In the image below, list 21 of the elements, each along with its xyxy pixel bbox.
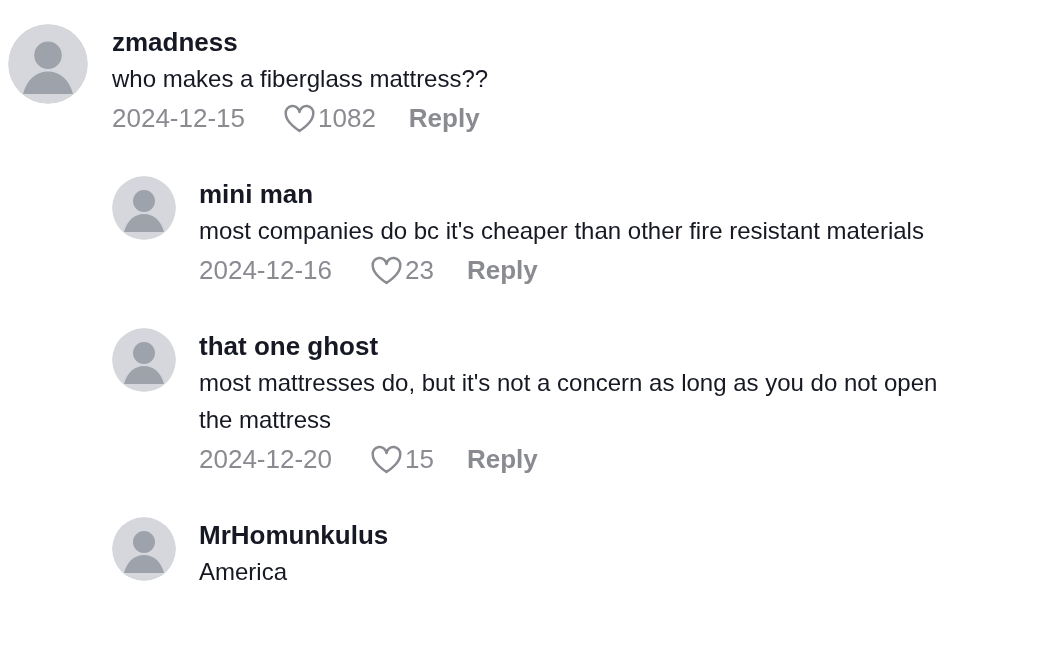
- comment-date: 2024-12-15: [112, 102, 245, 135]
- comment-text: America: [199, 557, 289, 587]
- comment-text: most mattresses do, but it's not a concern as long as you do not open the mattress: [199, 368, 939, 435]
- like-count: 1082: [318, 102, 376, 135]
- avatar[interactable]: [112, 328, 176, 392]
- heart-icon[interactable]: [283, 103, 316, 133]
- like-count: 23: [405, 254, 434, 287]
- heart-icon[interactable]: [370, 255, 403, 285]
- like-count: 15: [405, 443, 434, 476]
- comment-text: who makes a fiberglass mattress??: [112, 64, 490, 94]
- heart-icon[interactable]: [370, 444, 403, 474]
- comment-author[interactable]: that one ghost: [199, 328, 952, 364]
- avatar[interactable]: [112, 517, 176, 581]
- avatar[interactable]: [8, 24, 88, 104]
- comment-date: 2024-12-16: [199, 254, 332, 287]
- comment-author[interactable]: MrHomunkulus: [199, 517, 952, 553]
- comment-author[interactable]: mini man: [199, 176, 952, 212]
- comment-text: most companies do bc it's cheaper than other fire resistant materials: [199, 216, 925, 246]
- comment-author[interactable]: zmadness: [112, 24, 952, 60]
- comment-date: 2024-12-20: [199, 443, 332, 476]
- avatar[interactable]: [112, 176, 176, 240]
